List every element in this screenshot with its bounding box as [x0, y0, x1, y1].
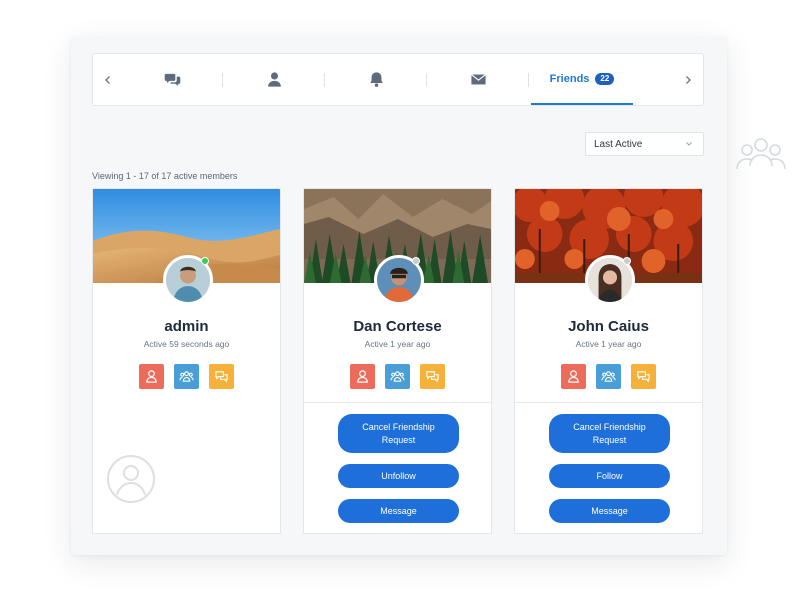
sort-selected-value: Last Active — [594, 138, 643, 150]
chat-bubbles-icon — [215, 371, 228, 383]
chat-bubbles-icon — [164, 73, 180, 86]
view-groups-button[interactable] — [174, 364, 199, 389]
view-profile-button[interactable] — [350, 364, 375, 389]
user-outline-icon — [568, 370, 579, 383]
placeholder-user-icon — [106, 454, 156, 504]
sort-order-select[interactable]: Last Active — [585, 132, 704, 156]
view-profile-button[interactable] — [139, 364, 164, 389]
chat-bubbles-icon — [637, 371, 650, 383]
envelope-icon — [470, 74, 486, 85]
tab-profile[interactable] — [223, 54, 325, 105]
bell-icon — [369, 72, 383, 87]
member-name[interactable]: John Caius — [515, 318, 702, 335]
tabs-prev-arrow-icon[interactable] — [96, 54, 120, 105]
member-action-icons — [304, 364, 491, 389]
message-button[interactable]: Message — [338, 499, 459, 523]
users-group-icon — [601, 371, 616, 382]
users-group-icon — [390, 371, 405, 382]
tab-notifications[interactable] — [325, 54, 427, 105]
member-name[interactable]: admin — [93, 318, 280, 335]
member-last-active: Active 1 year ago — [575, 339, 642, 349]
members-count-text: Viewing 1 - 17 of 17 active members — [92, 171, 238, 181]
tabs-next-arrow-icon[interactable] — [676, 54, 700, 105]
online-status-dot — [201, 257, 209, 265]
view-groups-button[interactable] — [596, 364, 621, 389]
cancel-friendship-request-button[interactable]: Cancel Friendship Request — [338, 414, 459, 453]
member-last-active: Active 59 seconds ago — [143, 339, 230, 349]
user-icon — [267, 72, 281, 87]
member-name[interactable]: Dan Cortese — [304, 318, 491, 335]
cancel-friendship-request-button[interactable]: Cancel Friendship Request — [549, 414, 670, 453]
tab-messages[interactable] — [121, 54, 223, 105]
view-profile-button[interactable] — [561, 364, 586, 389]
members-group-icon — [735, 136, 787, 174]
view-forums-button[interactable] — [209, 364, 234, 389]
member-card-john-caius: John Caius Active 1 year ago Cancel Frie… — [514, 188, 703, 534]
view-groups-button[interactable] — [385, 364, 410, 389]
card-divider — [515, 402, 702, 403]
member-last-active: Active 1 year ago — [364, 339, 431, 349]
follow-button[interactable]: Follow — [549, 464, 670, 488]
view-forums-button[interactable] — [420, 364, 445, 389]
card-divider — [304, 402, 491, 403]
member-action-icons — [93, 364, 280, 389]
tab-friends[interactable]: Friends 22 — [531, 54, 633, 105]
chat-bubbles-icon — [426, 371, 439, 383]
message-button[interactable]: Message — [549, 499, 670, 523]
unfollow-button[interactable]: Unfollow — [338, 464, 459, 488]
friends-count-badge: 22 — [595, 72, 615, 85]
users-group-icon — [179, 371, 194, 382]
view-forums-button[interactable] — [631, 364, 656, 389]
profile-tab-bar: Friends 22 — [92, 53, 704, 106]
member-action-icons — [515, 364, 702, 389]
offline-status-dot — [412, 257, 420, 265]
user-outline-icon — [357, 370, 368, 383]
member-card-admin: admin Active 59 seconds ago — [92, 188, 281, 534]
user-outline-icon — [146, 370, 157, 383]
member-card-dan-cortese: Dan Cortese Active 1 year ago Cancel Fri… — [303, 188, 492, 534]
offline-status-dot — [623, 257, 631, 265]
chevron-down-icon — [685, 140, 693, 148]
tab-friends-label: Friends — [549, 72, 590, 85]
tab-email[interactable] — [427, 54, 529, 105]
